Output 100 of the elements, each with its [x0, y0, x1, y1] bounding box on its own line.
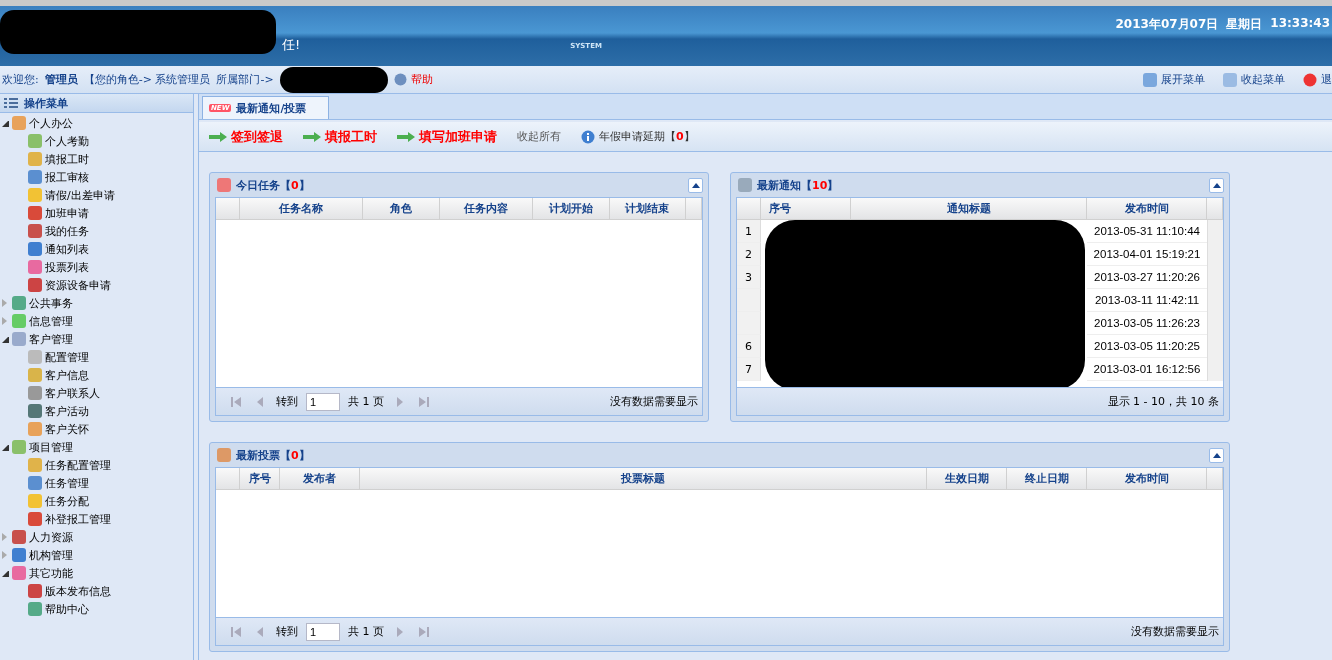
menu-item-icon — [28, 476, 42, 490]
column-header: 序号 — [240, 468, 280, 489]
menu-item-icon — [12, 332, 26, 346]
column-header: 角色 — [363, 198, 440, 219]
help-link[interactable]: 帮助 — [393, 72, 433, 87]
tree-leaf[interactable]: 请假/出差申请 — [0, 186, 194, 204]
collapse-button[interactable] — [688, 177, 703, 193]
column-header: 生效日期 — [927, 468, 1007, 489]
tree-leaf[interactable]: 配置管理 — [0, 348, 194, 366]
collapse-all-link[interactable]: 收起所有 — [517, 129, 561, 144]
arrow-icon — [303, 131, 321, 142]
menu-item-icon — [28, 134, 42, 148]
column-header: 序号 — [761, 198, 851, 219]
column-header: 任务内容 — [439, 198, 534, 219]
tree-node[interactable]: 客户管理 — [0, 330, 194, 348]
expand-menu-link[interactable]: 展开菜单 — [1143, 72, 1205, 87]
menu-item-icon — [28, 422, 42, 436]
tree-leaf[interactable]: 通知列表 — [0, 240, 194, 258]
tree-leaf[interactable]: 报工审核 — [0, 168, 194, 186]
menu-item-icon — [28, 602, 42, 616]
tree-leaf[interactable]: 投票列表 — [0, 258, 194, 276]
tree-leaf[interactable]: 填报工时 — [0, 150, 194, 168]
menu-item-icon — [28, 350, 42, 364]
pager-status: 没有数据需要显示 — [1131, 624, 1219, 639]
welcome-label: 欢迎您: — [2, 72, 39, 87]
arrow-icon — [397, 131, 415, 142]
tree-node[interactable]: 其它功能 — [0, 564, 194, 582]
help-icon — [393, 73, 407, 86]
row-number: 1 — [737, 220, 761, 243]
leave-extension-link[interactable]: 年假申请延期【0】 — [581, 129, 695, 144]
page-input[interactable]: 1 — [306, 392, 340, 411]
page-total: 共 1 页 — [348, 624, 384, 639]
menu-item-icon — [28, 170, 42, 184]
menu-item-icon — [12, 530, 26, 544]
tree-leaf[interactable]: 客户联系人 — [0, 384, 194, 402]
menu-item-icon — [28, 512, 42, 526]
tree-leaf[interactable]: 加班申请 — [0, 204, 194, 222]
tree-leaf[interactable]: 帮助中心 — [0, 600, 194, 618]
menu-item-icon — [12, 566, 26, 580]
menu-item-icon — [12, 296, 26, 310]
greeting-text: 任! — [282, 36, 301, 54]
menu-icon — [4, 97, 18, 109]
column-header: 通知标题 — [851, 198, 1087, 219]
menu-item-icon — [28, 458, 42, 472]
tree-leaf[interactable]: 个人考勤 — [0, 132, 194, 150]
department-label: 所属部门-> — [216, 72, 274, 87]
panel-title: 今日任务【0】 — [236, 177, 310, 193]
collapse-icon — [1212, 182, 1221, 188]
first-page-icon — [230, 395, 242, 408]
date-text: 2013年07月07日 — [1115, 16, 1219, 33]
arrow-icon — [209, 131, 227, 142]
tree-leaf[interactable]: 任务分配 — [0, 492, 194, 510]
exit-link[interactable]: 退 — [1303, 72, 1332, 87]
column-header: 任务名称 — [240, 198, 364, 219]
menu-item-icon — [28, 224, 42, 238]
panel-icon — [738, 178, 752, 192]
tree-node[interactable]: 机构管理 — [0, 546, 194, 564]
panel-title: 最新通知【10】 — [757, 177, 839, 193]
page-input[interactable]: 1 — [306, 622, 340, 641]
tree-leaf[interactable]: 客户关怀 — [0, 420, 194, 438]
tree-node[interactable]: 人力资源 — [0, 528, 194, 546]
tree-leaf[interactable]: 补登报工管理 — [0, 510, 194, 528]
tree-leaf[interactable]: 客户活动 — [0, 402, 194, 420]
info-icon — [581, 129, 595, 144]
menu-item-icon — [28, 494, 42, 508]
time-text: 13:33:43 — [1270, 16, 1330, 32]
tree-node[interactable]: 公共事务 — [0, 294, 194, 312]
role-text: 【您的角色-> 系统管理员 — [83, 72, 211, 87]
tree-leaf[interactable]: 客户信息 — [0, 366, 194, 384]
menu-item-icon — [28, 206, 42, 220]
weekday-text: 星期日 — [1226, 16, 1263, 33]
panel-title: 最新投票【0】 — [236, 447, 310, 463]
tree-node[interactable]: 项目管理 — [0, 438, 194, 456]
menu-item-icon — [28, 260, 42, 274]
tree-leaf[interactable]: 版本发布信息 — [0, 582, 194, 600]
tree-node[interactable]: 信息管理 — [0, 312, 194, 330]
collapse-button[interactable] — [1209, 177, 1224, 193]
sidebar-title: 操作菜单 — [0, 94, 194, 113]
collapse-icon — [1212, 452, 1221, 458]
page-total: 共 1 页 — [348, 394, 384, 409]
menu-item-icon — [28, 404, 42, 418]
collapse-button[interactable] — [1209, 447, 1224, 463]
tree-leaf[interactable]: 任务管理 — [0, 474, 194, 492]
column-header: 发布者 — [280, 468, 360, 489]
tree-leaf[interactable]: 任务配置管理 — [0, 456, 194, 474]
user-name: 管理员 — [44, 72, 78, 87]
row-number: 3 — [737, 266, 761, 289]
collapse-menu-icon — [1223, 72, 1237, 87]
tree-leaf[interactable]: 我的任务 — [0, 222, 194, 240]
row-number: 6 — [737, 335, 761, 358]
goto-label: 转到 — [276, 624, 298, 639]
collapse-menu-link[interactable]: 收起菜单 — [1223, 72, 1285, 87]
tree-node[interactable]: 个人办公 — [0, 114, 194, 132]
row-number: 7 — [737, 358, 761, 381]
menu-item-icon — [28, 584, 42, 598]
column-header: 终止日期 — [1007, 468, 1087, 489]
menu-item-icon — [28, 188, 42, 202]
panel-icon — [217, 178, 231, 192]
scrollbar[interactable] — [1207, 220, 1223, 381]
tree-leaf[interactable]: 资源设备申请 — [0, 276, 194, 294]
